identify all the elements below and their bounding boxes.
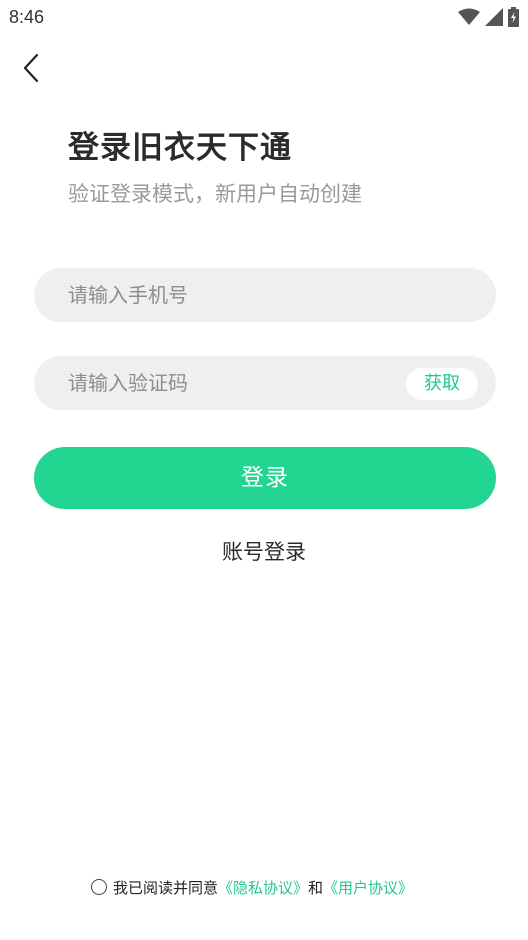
phone-input[interactable]: [68, 268, 468, 322]
privacy-policy-link[interactable]: 《隐私协议》: [218, 877, 308, 898]
chevron-left-icon: [23, 53, 39, 83]
battery-charging-icon: [508, 7, 519, 27]
agreement-prefix: 我已阅读并同意: [113, 878, 219, 897]
back-button[interactable]: [18, 50, 48, 86]
user-agreement-link[interactable]: 《用户协议》: [323, 877, 413, 898]
agreement-row: 我已阅读并同意 《隐私协议》 和 《用户协议》: [91, 876, 413, 898]
verification-code-input[interactable]: [68, 356, 398, 410]
login-button[interactable]: 登录: [34, 447, 496, 509]
status-time: 8:46: [9, 7, 45, 27]
page-title: 登录旧衣天下通: [68, 130, 292, 166]
cell-signal-icon: [485, 8, 503, 26]
account-login-link[interactable]: 账号登录: [0, 536, 528, 566]
get-code-button[interactable]: 获取: [406, 368, 478, 400]
agreement-conjunction: 和: [308, 878, 324, 897]
phone-field-container: [34, 268, 496, 322]
status-icons: [458, 7, 519, 27]
page-subtitle: 验证登录模式，新用户自动创建: [68, 182, 362, 206]
code-field-container: 获取: [34, 356, 496, 410]
agreement-checkbox[interactable]: [91, 879, 107, 895]
wifi-icon: [458, 8, 480, 25]
status-bar: 8:46: [0, 0, 528, 36]
